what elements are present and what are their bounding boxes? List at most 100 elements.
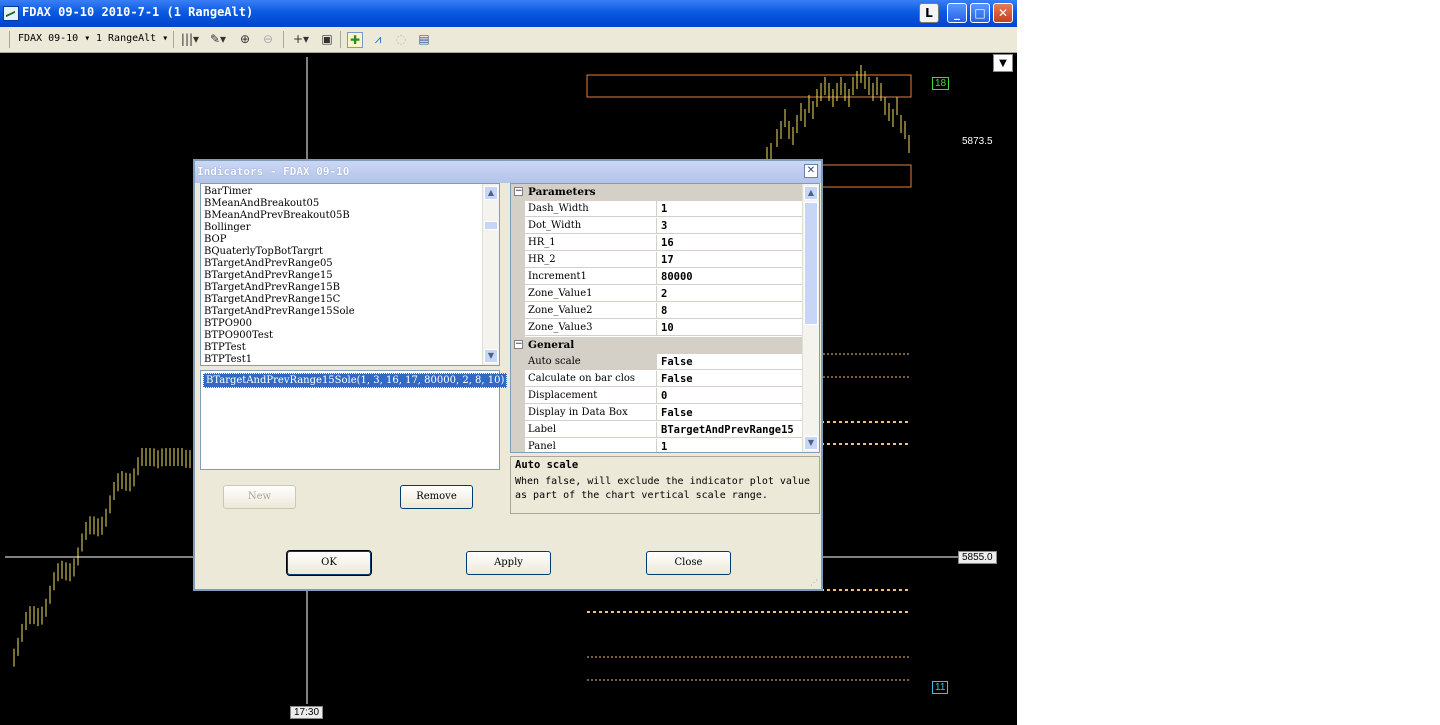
indicator-list-item[interactable]: BTPO900 (201, 318, 499, 330)
row-gutter (511, 286, 525, 303)
ok-button[interactable]: OK (286, 550, 372, 576)
description-text: When false, will exclude the indicator p… (515, 476, 811, 501)
row-gutter (511, 422, 525, 439)
property-row[interactable]: Display in Data Box False (511, 405, 803, 422)
apply-button[interactable]: Apply (466, 551, 551, 575)
indicator-list-item[interactable]: BMeanAndBreakout05 (201, 198, 499, 210)
property-value[interactable]: False (657, 354, 803, 370)
indicator-list-item[interactable]: BQuaterlyTopBotTargrt (201, 246, 499, 258)
property-value[interactable]: False (657, 405, 803, 421)
dialog-close-icon[interactable]: ✕ (804, 164, 818, 178)
property-row[interactable]: Dash_Width 1 (511, 201, 803, 218)
indicator-list-item[interactable]: BTPO900Test (201, 330, 499, 342)
property-value[interactable]: 8 (657, 303, 803, 319)
title-bar[interactable]: FDAX 09-10 2010-7-1 (1 RangeAlt) L _ □ ✕ (0, 0, 1017, 27)
indicator-list-item[interactable]: BOP (201, 234, 499, 246)
property-grid[interactable]: − Parameters Dash_Width 1 Dot_Width 3 HR_1 16… (510, 183, 820, 453)
general-category[interactable]: − General (511, 337, 803, 354)
bar-style-icon[interactable]: |||▾ (180, 32, 200, 46)
indicator-list-item[interactable]: BTargetAndPrevRange05 (201, 258, 499, 270)
property-row[interactable]: Increment1 80000 (511, 269, 803, 286)
dialog-close-button[interactable]: Close (646, 551, 731, 575)
new-button[interactable]: New (223, 485, 296, 509)
property-row[interactable]: Zone_Value3 10 (511, 320, 803, 337)
toolbar-separator (340, 31, 341, 48)
chart-app-icon (3, 6, 19, 21)
property-value[interactable]: 1 (657, 201, 803, 217)
indicator-list-item[interactable]: BMeanAndPrevBreakout05B (201, 210, 499, 222)
applied-indicator-item[interactable]: BTargetAndPrevRange15Sole(1, 3, 16, 17, … (203, 373, 508, 388)
property-row[interactable]: Dot_Width 3 (511, 218, 803, 235)
indicator-list-item[interactable]: BTargetAndPrevRange15B (201, 282, 499, 294)
clock-icon[interactable]: ◌ (394, 32, 408, 46)
data-box-icon[interactable]: ▤ (417, 32, 431, 46)
scroll-up-icon[interactable]: ▲ (804, 186, 818, 200)
zoom-out-icon[interactable]: ⊖ (261, 32, 275, 46)
indicator-list-item[interactable]: Bollinger (201, 222, 499, 234)
indicator-list-item[interactable]: BarTimer (201, 186, 499, 198)
property-name: Display in Data Box (525, 405, 657, 421)
available-indicators-list[interactable]: BarTimer BMeanAndBreakout05 BMeanAndPrevBr… (200, 183, 500, 366)
scroll-down-icon[interactable]: ▼ (804, 436, 818, 450)
indicator-list-item[interactable]: BTPTest (201, 342, 499, 354)
scroll-up-icon[interactable]: ▲ (484, 186, 498, 200)
minimize-button[interactable]: _ (947, 3, 967, 23)
collapse-icon[interactable]: − (514, 187, 523, 196)
list-scrollbar[interactable]: ▲ ▼ (482, 184, 499, 365)
property-value[interactable]: 0 (657, 388, 803, 404)
scroll-down-icon[interactable]: ▼ (484, 349, 498, 363)
crosshair-icon[interactable]: +▾ (290, 32, 312, 46)
indicators-icon[interactable]: ✚ (347, 32, 363, 48)
property-value[interactable]: BTargetAndPrevRange15 (657, 422, 803, 438)
link-button[interactable]: L (919, 3, 939, 23)
strategies-icon[interactable]: ⩘ (371, 32, 385, 46)
drawing-tool-icon[interactable]: ✎▾ (206, 32, 230, 46)
property-name: Zone_Value2 (525, 303, 657, 319)
property-row[interactable]: HR_2 17 (511, 252, 803, 269)
row-gutter (511, 303, 525, 320)
indicator-list-item[interactable]: BTargetAndPrevRange15Sole (201, 306, 499, 318)
collapse-icon[interactable]: − (514, 340, 523, 349)
property-value[interactable]: 1 (657, 439, 803, 452)
property-value[interactable]: 80000 (657, 269, 803, 285)
row-gutter (511, 235, 525, 252)
property-value[interactable]: 3 (657, 218, 803, 234)
applied-indicators-list[interactable]: BTargetAndPrevRange15Sole(1, 3, 16, 17, … (200, 370, 508, 470)
instrument-selector[interactable]: FDAX 09-10 ▾ (18, 33, 90, 44)
row-gutter (511, 218, 525, 235)
resize-grip-icon[interactable]: ⋰ (810, 578, 820, 588)
indicator-list-item[interactable]: BTPTest1 (201, 354, 499, 365)
property-value[interactable]: 2 (657, 286, 803, 302)
period-selector[interactable]: 1 RangeAlt ▾ (96, 33, 168, 44)
close-button[interactable]: ✕ (993, 3, 1013, 23)
chart-scroll-arrow[interactable]: ▼ (993, 54, 1013, 72)
property-row[interactable]: Zone_Value1 2 (511, 286, 803, 303)
indicator-list-item[interactable]: BTargetAndPrevRange15C (201, 294, 499, 306)
scroll-thumb[interactable] (804, 202, 818, 325)
property-row[interactable]: Calculate on bar clos False (511, 371, 803, 388)
property-row[interactable]: Auto scale False (511, 354, 803, 371)
indicator-items: BarTimer BMeanAndBreakout05 BMeanAndPrevBr… (201, 184, 499, 365)
property-row[interactable]: Displacement 0 (511, 388, 803, 405)
property-row[interactable]: Zone_Value2 8 (511, 303, 803, 320)
property-value[interactable]: False (657, 371, 803, 387)
property-name: HR_2 (525, 252, 657, 268)
row-gutter (511, 354, 525, 371)
row-gutter (511, 320, 525, 337)
property-row[interactable]: Label BTargetAndPrevRange15 (511, 422, 803, 439)
property-value[interactable]: 10 (657, 320, 803, 336)
property-scrollbar[interactable]: ▲ ▼ (802, 184, 819, 452)
remove-button[interactable]: Remove (400, 485, 473, 509)
property-row[interactable]: HR_1 16 (511, 235, 803, 252)
price-level-label: 5873.5 (962, 136, 993, 147)
zoom-in-icon[interactable]: ⊕ (238, 32, 252, 46)
parameters-category[interactable]: − Parameters (511, 184, 803, 201)
indicator-list-item[interactable]: BTargetAndPrevRange15 (201, 270, 499, 282)
dialog-title-bar[interactable]: Indicators - FDAX 09-10 ✕ (195, 161, 821, 183)
maximize-button[interactable]: □ (970, 3, 990, 23)
property-row[interactable]: Panel 1 (511, 439, 803, 452)
property-value[interactable]: 16 (657, 235, 803, 251)
property-value[interactable]: 17 (657, 252, 803, 268)
properties-icon[interactable]: ▣ (320, 32, 334, 46)
scroll-thumb[interactable] (484, 221, 498, 230)
